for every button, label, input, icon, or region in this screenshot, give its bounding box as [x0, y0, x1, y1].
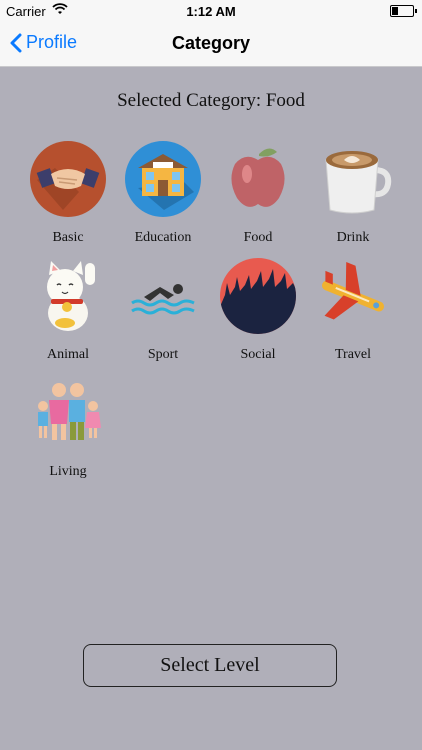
select-level-button[interactable]: Select Level — [83, 644, 337, 687]
category-animal[interactable]: Animal — [18, 257, 118, 363]
crowd-icon — [219, 257, 297, 335]
category-living[interactable]: Living — [18, 374, 118, 480]
selected-category-text: Selected Category: Food — [117, 90, 305, 111]
category-label: Education — [134, 230, 192, 245]
category-education[interactable]: Education — [113, 140, 213, 246]
category-label: Living — [49, 464, 87, 479]
category-label: Food — [243, 230, 273, 245]
airplane-icon — [314, 257, 392, 335]
category-travel[interactable]: Travel — [303, 257, 403, 363]
category-label: Drink — [336, 230, 370, 245]
page-title: Category — [171, 33, 251, 53]
category-social[interactable]: Social — [208, 257, 308, 363]
category-label: Basic — [52, 230, 84, 245]
school-icon — [124, 140, 202, 218]
status-time: 1:12 AM — [186, 4, 236, 19]
category-basic[interactable]: Basic — [18, 140, 118, 246]
lucky-cat-icon — [29, 257, 107, 335]
navigation-bar: Profile Category — [0, 22, 422, 67]
category-label: Sport — [147, 347, 179, 362]
family-icon — [29, 374, 107, 452]
category-label: Travel — [334, 347, 372, 362]
battery-icon — [390, 5, 417, 17]
category-food[interactable]: Food — [208, 140, 308, 246]
coffee-cup-icon — [314, 140, 392, 218]
category-sport[interactable]: Sport — [113, 257, 213, 363]
category-label: Social — [240, 347, 276, 362]
status-bar: Carrier 1:12 AM — [0, 0, 422, 22]
swimmer-icon — [124, 257, 202, 335]
category-drink[interactable]: Drink — [303, 140, 403, 246]
apple-icon — [219, 140, 297, 218]
handshake-icon — [29, 140, 107, 218]
category-label: Animal — [47, 347, 89, 362]
